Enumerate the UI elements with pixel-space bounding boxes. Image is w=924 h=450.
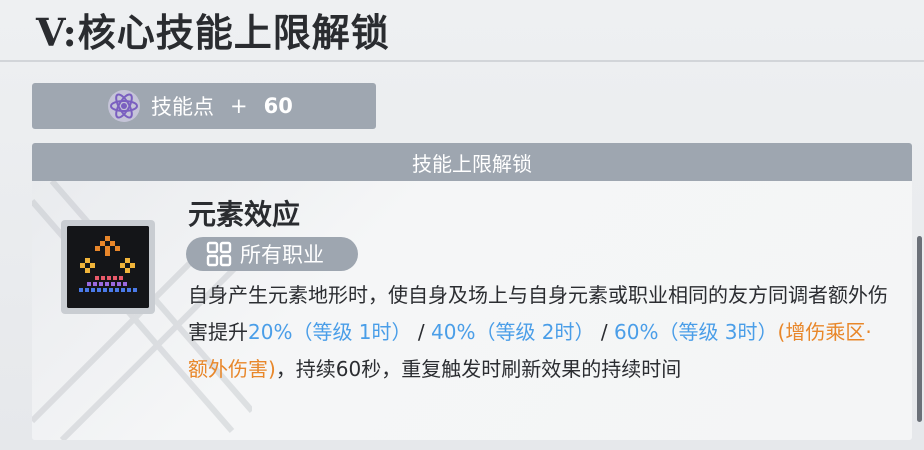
skill-unlock-panel: 技能上限解锁 元素效应 所有职业 自身产生元素地形时，使自身及场上与自身元素或职…: [32, 143, 912, 440]
skill-points-label: 技能点: [151, 95, 214, 119]
page-title: V:核心技能上限解锁: [36, 10, 390, 55]
job-tag: 所有职业: [186, 237, 358, 271]
skill-icon-frame[interactable]: [61, 220, 155, 314]
grid-icon: [206, 241, 232, 267]
skill-name: 元素效应: [188, 198, 301, 231]
element-effect-icon: [67, 226, 149, 308]
desc-tail: ，持续60秒，重复触发时刷新效果的持续时间: [275, 357, 682, 381]
scrollbar[interactable]: [917, 236, 922, 422]
job-tag-label: 所有职业: [240, 243, 324, 267]
skill-description: 自身产生元素地形时，使自身及场上与自身元素或职业相同的友方同调者额外伤害提升20…: [188, 277, 888, 388]
desc-level-1: 20%（等级 1时）: [248, 320, 412, 344]
skill-points-plus: +: [230, 94, 248, 118]
skill-card: 元素效应 所有职业 自身产生元素地形时，使自身及场上与自身元素或职业相同的友方同…: [32, 181, 912, 440]
desc-level-2: 40%（等级 2时）: [431, 320, 595, 344]
panel-title: 技能上限解锁: [32, 143, 912, 181]
header-divider: [0, 60, 924, 62]
desc-separator-1: /: [411, 320, 431, 344]
skill-points-bar: 技能点 + 60: [32, 83, 376, 129]
desc-level-3: 60%（等级 3时）: [614, 320, 778, 344]
skill-points-value: 60: [263, 94, 293, 118]
atom-icon: [108, 90, 140, 122]
desc-separator-2: /: [594, 320, 614, 344]
